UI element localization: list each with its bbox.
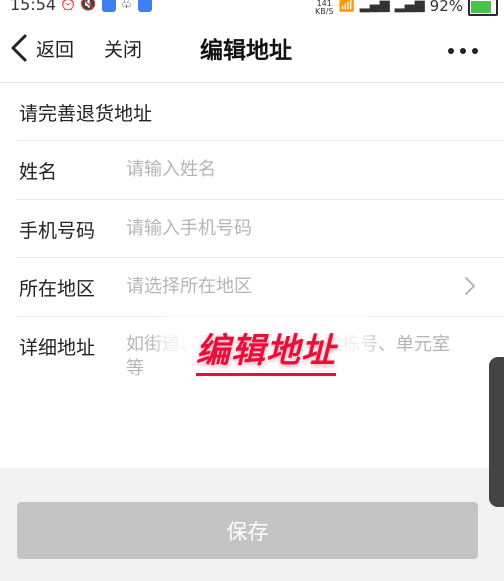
phone-input[interactable] [126, 210, 456, 246]
close-button[interactable]: 关闭 [104, 35, 142, 62]
overlay-caption: 编辑地址 [171, 322, 361, 384]
battery-icon [468, 0, 498, 16]
signal-icon: ▂▄▆ [359, 0, 390, 13]
phone-row: 手机号码 [0, 200, 504, 258]
status-bar: 15:54 ⏰ 🔇 ♧ 141 KB/S 📶 ▂▄▆ ▂▄▆ 92% [0, 0, 504, 16]
nav-bar: 返回 关闭 编辑地址 [0, 16, 504, 83]
form-header: 请完善退货地址 [19, 103, 153, 125]
page-title: 编辑地址 [200, 37, 292, 64]
name-input[interactable] [126, 151, 456, 187]
name-label: 姓名 [19, 161, 58, 183]
net-speed: 141 KB/S [315, 0, 334, 16]
status-time: 15:54 [10, 0, 57, 14]
wifi-icon: 📶 [338, 0, 355, 13]
save-button[interactable]: 保存 [17, 502, 478, 559]
back-button[interactable]: 返回 [8, 33, 74, 63]
net-speed-unit: KB/S [314, 6, 334, 16]
status-bar-left: 15:54 ⏰ 🔇 ♧ [10, 0, 153, 14]
address-form: 请完善退货地址 姓名 手机号码 所在地区 详细地址 [0, 83, 504, 468]
mute-icon: 🔇 [80, 0, 97, 12]
battery-level [471, 1, 492, 13]
region-label: 所在地区 [19, 278, 96, 300]
region-row[interactable]: 所在地区 [0, 258, 504, 316]
detail-address-label: 详细地址 [19, 337, 96, 359]
more-dot-icon [460, 48, 466, 54]
alarm-icon: ⏰ [60, 0, 77, 12]
back-label: 返回 [36, 38, 75, 61]
shield-app-icon [102, 0, 117, 12]
chevron-right-icon [465, 277, 475, 295]
status-bar-right: 141 KB/S 📶 ▂▄▆ ▂▄▆ 92% [315, 0, 498, 16]
back-arrow-icon [11, 34, 27, 62]
more-dot-icon [472, 48, 478, 54]
name-row: 姓名 [0, 141, 504, 199]
overlay-caption-text: 编辑地址 [196, 331, 336, 376]
battery-percent: 92% [429, 0, 463, 15]
region-select[interactable] [126, 268, 456, 304]
more-dot-icon [448, 48, 454, 54]
shield-app-icon [138, 0, 153, 12]
edge-scroll-handle[interactable] [489, 357, 504, 507]
penguin-icon: ♧ [120, 0, 133, 12]
signal-4g-icon: ▂▄▆ [394, 0, 425, 13]
phone-label: 手机号码 [19, 220, 96, 242]
more-options-button[interactable] [448, 48, 478, 54]
